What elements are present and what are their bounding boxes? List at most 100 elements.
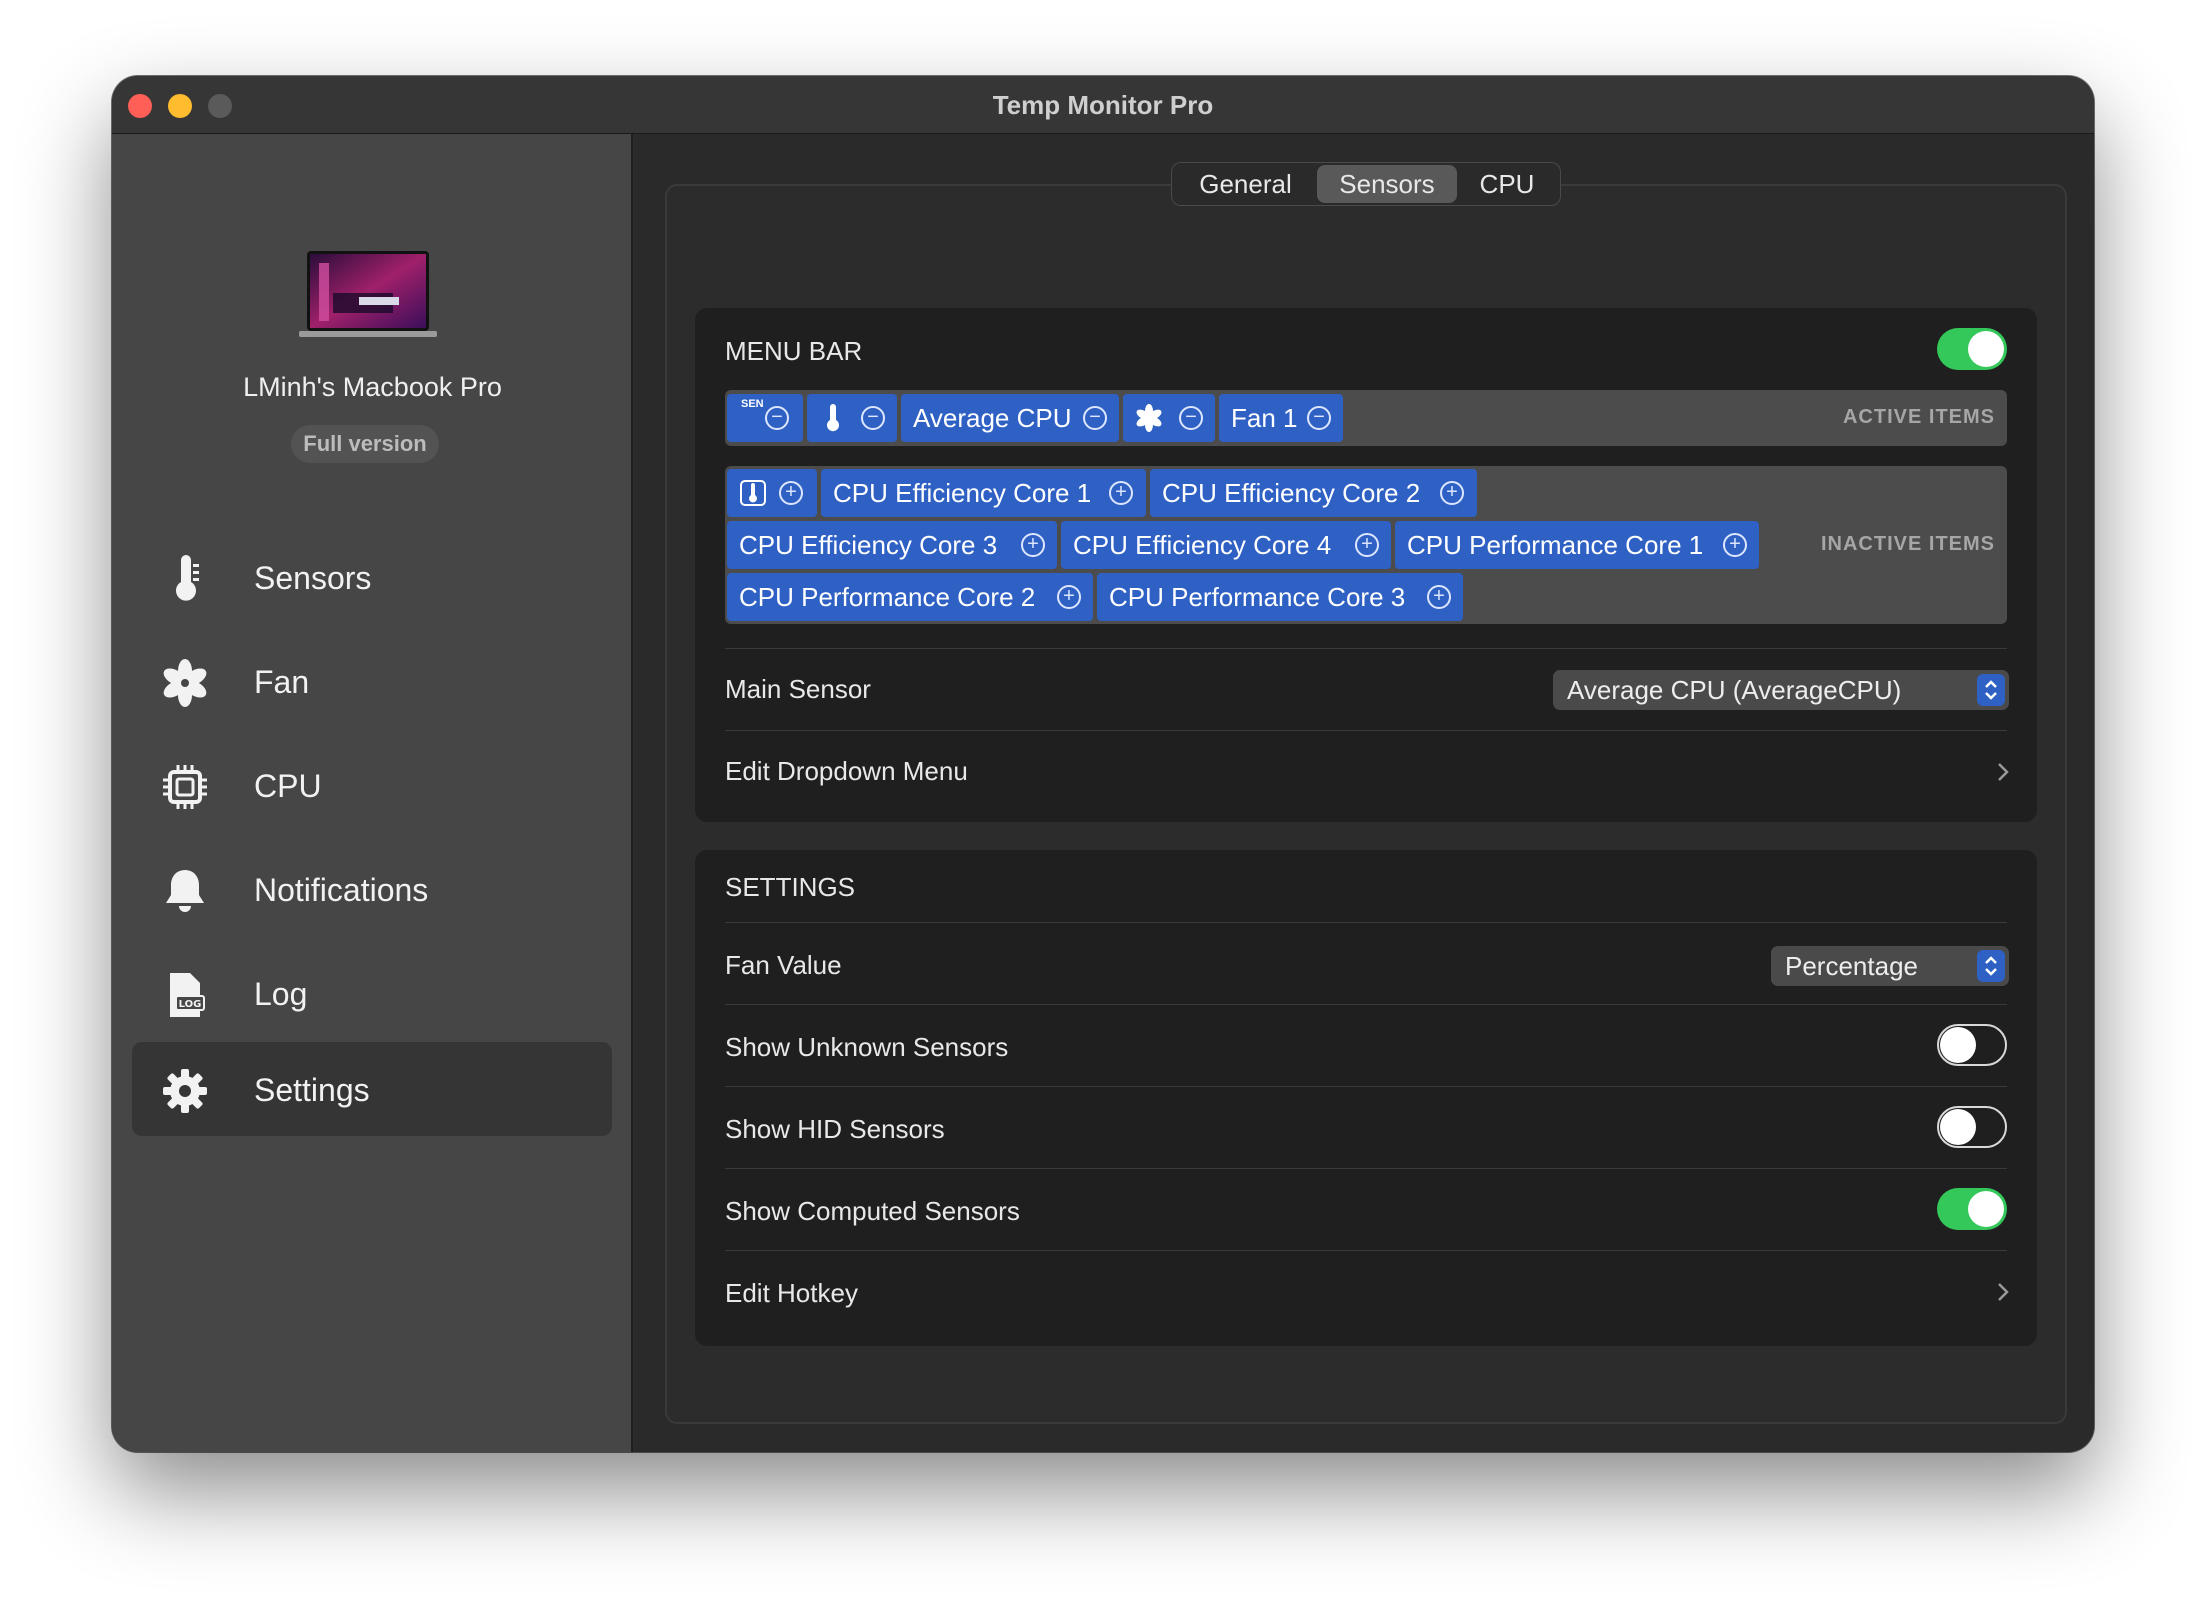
active-items-label: ACTIVE ITEMS (1842, 406, 1995, 428)
add-icon[interactable]: + (1057, 585, 1081, 609)
log-file-icon: LOG (170, 973, 205, 1017)
tab-sensors[interactable]: Sensors (1317, 165, 1457, 203)
chip-label: CPU Performance Core 3 (1109, 582, 1406, 612)
menu-bar-toggle[interactable] (1937, 328, 2007, 370)
show-computed-sensors-toggle[interactable] (1937, 1188, 2007, 1230)
window-title: Temp Monitor Pro (992, 90, 1214, 120)
edit-hotkey-row[interactable]: Edit Hotkey (695, 1252, 2037, 1336)
title-bar: Temp Monitor Pro (112, 76, 2094, 134)
sidebar-item-label: Sensors (254, 560, 372, 596)
menu-bar-card: MENU BAR SEN − − Average CPU − − Fan 1 −… (695, 308, 2037, 822)
add-icon[interactable]: + (779, 481, 803, 505)
add-icon[interactable]: + (1021, 533, 1045, 557)
inactive-chip[interactable]: CPU Efficiency Core 1 + (821, 469, 1146, 517)
active-chip-fan[interactable]: − (1123, 394, 1215, 442)
inactive-chip[interactable]: CPU Efficiency Core 2 + (1150, 469, 1477, 517)
show-hid-sensors-toggle[interactable] (1937, 1106, 2007, 1148)
fan-value-select[interactable]: Percentage (1771, 946, 2009, 986)
show-unknown-sensors-toggle[interactable] (1937, 1024, 2007, 1066)
add-icon[interactable]: + (1109, 481, 1133, 505)
add-icon[interactable]: + (1355, 533, 1379, 557)
version-badge: Full version (291, 425, 439, 463)
app-window: Temp Monitor Pro LMinh's Macbook Pro Ful… (112, 76, 2094, 1452)
chip-label: CPU Efficiency Core 1 (833, 478, 1092, 508)
edit-dropdown-menu-row[interactable]: Edit Dropdown Menu (695, 732, 2037, 816)
sen-icon: SEN (741, 398, 764, 410)
tab-general[interactable]: General (1174, 165, 1317, 203)
active-chip-sen[interactable]: SEN − (727, 394, 803, 442)
inactive-chip[interactable]: CPU Efficiency Core 3 + (727, 521, 1057, 569)
inactive-chip[interactable]: CPU Performance Core 3 + (1097, 573, 1463, 621)
sidebar-item-label: Notifications (254, 872, 429, 908)
menu-bar-title: MENU BAR (725, 336, 863, 366)
fan-icon (1136, 404, 1162, 432)
show-unknown-sensors-label: Show Unknown Sensors (725, 1032, 1009, 1062)
divider (725, 922, 2007, 923)
inactive-items-bar[interactable]: + CPU Efficiency Core 1 + CPU Efficiency… (725, 466, 2007, 624)
chip-label: Fan 1 (1231, 403, 1298, 433)
divider (725, 1086, 2007, 1087)
inactive-chip[interactable]: CPU Efficiency Core 4 + (1061, 521, 1391, 569)
sidebar-item-fan[interactable]: Fan (132, 634, 612, 728)
sidebar-item-sensors[interactable]: Sensors (132, 530, 612, 624)
add-icon[interactable]: + (1440, 481, 1464, 505)
sidebar: LMinh's Macbook Pro Full version Sensors (112, 134, 633, 1452)
edit-hotkey-label: Edit Hotkey (725, 1278, 858, 1308)
chip-label: CPU Efficiency Core 4 (1073, 530, 1332, 560)
main-sensor-select[interactable]: Average CPU (AverageCPU) (1553, 670, 2009, 710)
remove-icon[interactable]: − (765, 406, 789, 430)
main-sensor-label: Main Sensor (725, 674, 871, 704)
tab-bar: General Sensors CPU (1171, 162, 1561, 206)
sidebar-item-label: CPU (254, 768, 322, 804)
active-chip-temperature[interactable]: − (807, 394, 897, 442)
active-chip-average-cpu[interactable]: Average CPU − (901, 394, 1119, 442)
sidebar-item-notifications[interactable]: Notifications (132, 842, 612, 936)
divider (725, 648, 2007, 649)
sidebar-item-settings[interactable]: Settings (132, 1042, 612, 1136)
inactive-items-label: INACTIVE ITEMS (1820, 533, 1995, 555)
add-icon[interactable]: + (1427, 585, 1451, 609)
thermometer-icon (827, 404, 839, 432)
chip-label: CPU Performance Core 2 (739, 582, 1036, 612)
sidebar-item-label: Settings (254, 1072, 370, 1108)
edit-dropdown-menu-label: Edit Dropdown Menu (725, 756, 968, 786)
settings-title: SETTINGS (725, 872, 856, 902)
remove-icon[interactable]: − (1083, 406, 1107, 430)
macbook-image (299, 251, 437, 337)
active-chip-fan1[interactable]: Fan 1 − (1219, 394, 1343, 442)
divider (725, 730, 2007, 731)
chip-label: CPU Efficiency Core 2 (1162, 478, 1421, 508)
divider (725, 1250, 2007, 1251)
show-hid-sensors-label: Show HID Sensors (725, 1114, 945, 1144)
divider (725, 1168, 2007, 1169)
sidebar-item-log[interactable]: LOG Log (132, 946, 612, 1040)
remove-icon[interactable]: − (1307, 406, 1331, 430)
chip-label: CPU Performance Core 1 (1407, 530, 1704, 560)
bell-icon (166, 870, 204, 912)
add-icon[interactable]: + (1723, 533, 1747, 557)
fan-value-label: Fan Value (725, 950, 842, 980)
remove-icon[interactable]: − (861, 406, 885, 430)
chevron-up-down-icon (1977, 674, 2005, 706)
fan-value-value: Percentage (1785, 951, 1918, 981)
active-items-bar[interactable]: SEN − − Average CPU − − Fan 1 − ACTIVE I… (725, 390, 2007, 446)
thermometer-box-icon (740, 480, 766, 506)
main-sensor-value: Average CPU (AverageCPU) (1567, 675, 1902, 705)
device-name: LMinh's Macbook Pro (243, 372, 502, 402)
tab-cpu[interactable]: CPU (1457, 165, 1557, 203)
chevron-right-icon (1998, 1283, 2009, 1301)
inactive-chip[interactable]: CPU Performance Core 2 + (727, 573, 1093, 621)
thermometer-icon (176, 555, 199, 601)
chevron-up-down-icon (1977, 950, 2005, 982)
main-content: General Sensors CPU MENU BAR SEN − − Ave… (635, 134, 2094, 1452)
inactive-chip[interactable]: CPU Performance Core 1 + (1395, 521, 1759, 569)
sidebar-item-cpu[interactable]: CPU (132, 738, 612, 832)
sidebar-item-label: Fan (254, 664, 310, 700)
chip-label: Average CPU (913, 403, 1072, 433)
remove-icon[interactable]: − (1179, 406, 1203, 430)
svg-text:LOG: LOG (179, 999, 202, 1010)
cpu-icon (163, 765, 207, 809)
inactive-chip-temperature[interactable]: + (727, 469, 817, 517)
divider (725, 1004, 2007, 1005)
show-computed-sensors-label: Show Computed Sensors (725, 1196, 1020, 1226)
